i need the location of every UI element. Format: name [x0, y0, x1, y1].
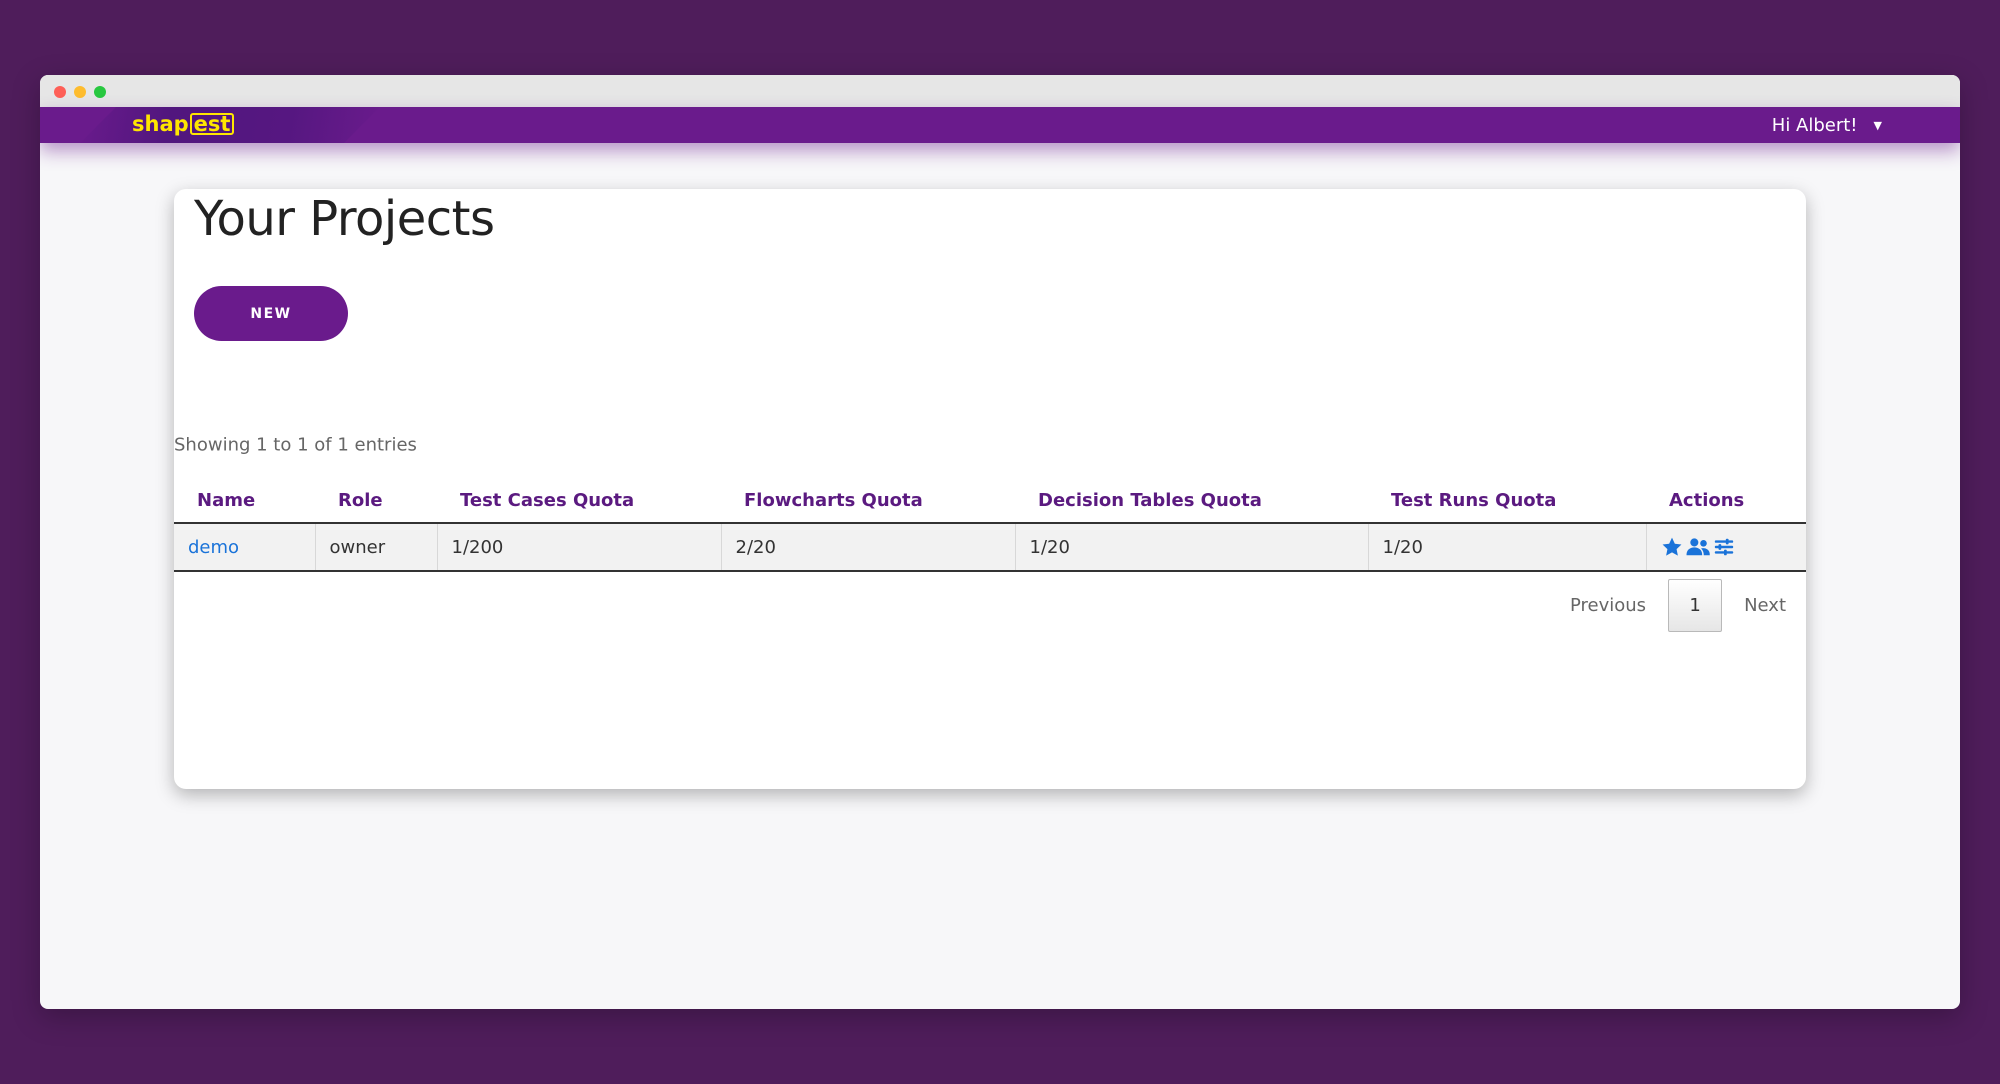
browser-window: shap est Hi Albert! ▼ Your Projects NEW S…: [40, 75, 1960, 1009]
entries-info: Showing 1 to 1 of 1 entries: [174, 434, 417, 456]
new-project-button[interactable]: NEW: [194, 286, 348, 341]
cell-test-cases-quota: 1/200: [437, 523, 722, 572]
cell-flowcharts-quota: 2/20: [721, 523, 1016, 572]
projects-card: Your Projects NEW Showing 1 to 1 of 1 en…: [174, 189, 1806, 789]
pagination-next[interactable]: Next: [1744, 595, 1786, 616]
column-header-decision-tables-quota[interactable]: Decision Tables Quota: [1015, 479, 1368, 524]
window-titlebar: [40, 75, 1960, 108]
brand-logo[interactable]: shap est: [132, 111, 235, 137]
table-row: demo owner 1/200 2/20 1/20 1/20: [174, 523, 1807, 572]
users-icon[interactable]: [1685, 536, 1711, 558]
column-header-role[interactable]: Role: [315, 479, 437, 524]
top-navbar: shap est Hi Albert! ▼: [40, 107, 1960, 143]
star-icon[interactable]: [1661, 536, 1683, 558]
pagination: Previous 1 Next: [1570, 579, 1786, 632]
cell-test-runs-quota: 1/20: [1368, 523, 1647, 572]
pagination-previous[interactable]: Previous: [1570, 595, 1646, 616]
user-menu[interactable]: Hi Albert! ▼: [1772, 107, 1882, 143]
column-header-actions: Actions: [1646, 479, 1806, 524]
column-header-flowcharts-quota[interactable]: Flowcharts Quota: [721, 479, 1015, 524]
brand-prefix: shap: [132, 112, 189, 136]
cell-decision-tables-quota: 1/20: [1015, 523, 1369, 572]
column-header-test-cases-quota[interactable]: Test Cases Quota: [437, 479, 721, 524]
cell-name: demo: [174, 523, 316, 572]
column-header-name[interactable]: Name: [174, 479, 315, 524]
sliders-icon[interactable]: [1713, 536, 1735, 558]
window-minimize-button[interactable]: [74, 86, 86, 98]
column-header-test-runs-quota[interactable]: Test Runs Quota: [1368, 479, 1646, 524]
projects-table: Name Role Test Cases Quota Flowcharts Qu…: [174, 479, 1806, 572]
page-title: Your Projects: [194, 191, 495, 247]
pagination-page-1[interactable]: 1: [1668, 579, 1723, 632]
window-close-button[interactable]: [54, 86, 66, 98]
cell-role: owner: [315, 523, 438, 572]
row-actions: [1661, 536, 1807, 558]
caret-down-icon: ▼: [1873, 118, 1882, 132]
user-greeting: Hi Albert!: [1771, 114, 1858, 136]
window-maximize-button[interactable]: [94, 86, 106, 98]
project-link[interactable]: demo: [188, 537, 239, 558]
brand-boxed: est: [189, 113, 235, 135]
cell-actions: [1646, 523, 1807, 572]
table-header-row: Name Role Test Cases Quota Flowcharts Qu…: [174, 479, 1806, 524]
